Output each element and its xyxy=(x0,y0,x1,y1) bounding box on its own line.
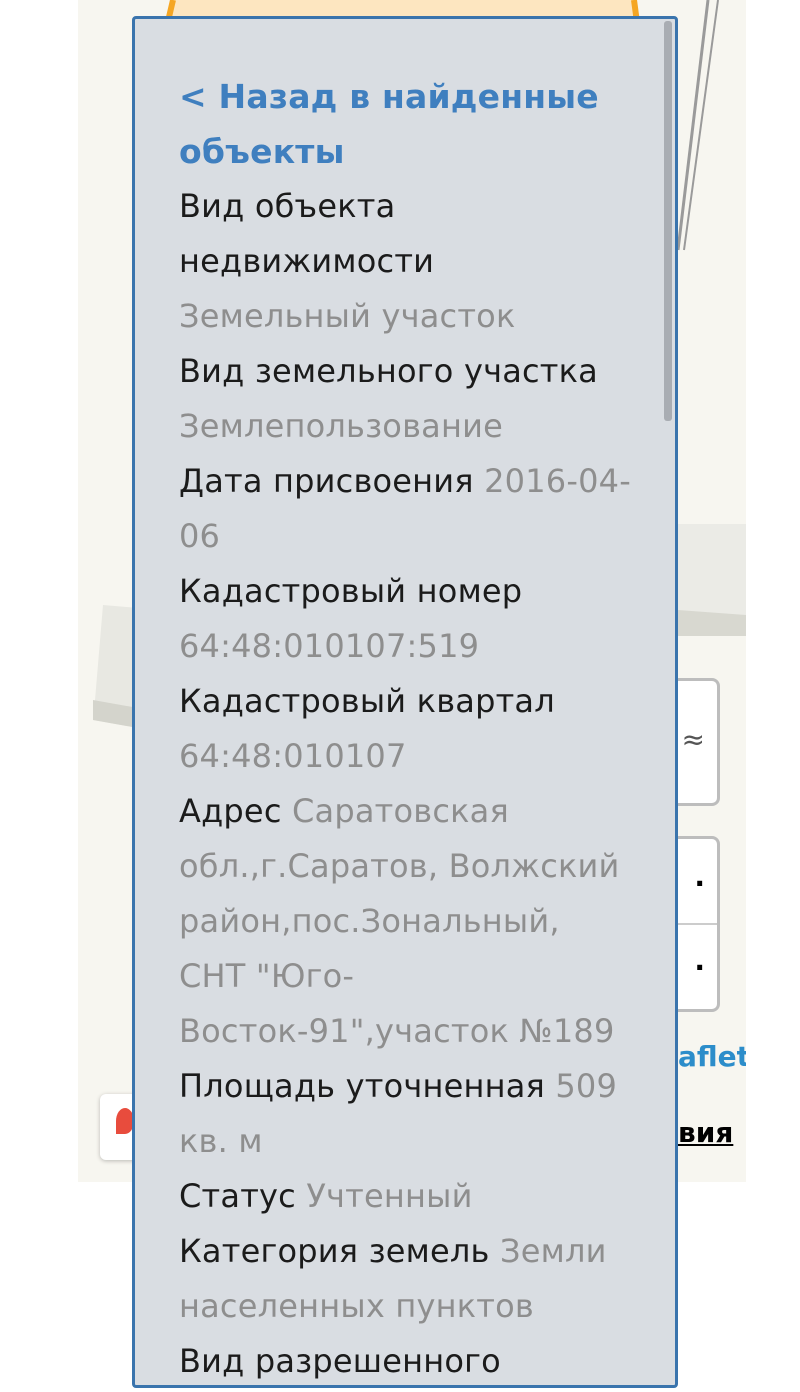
property-row: Кадастровый номер 64:48:010107:519 xyxy=(179,564,635,674)
property-row: Кадастровый квартал 64:48:010107 xyxy=(179,674,635,784)
leaflet-attribution[interactable]: aflet xyxy=(678,1040,746,1073)
property-label: Площадь уточненная xyxy=(179,1067,545,1105)
property-row: Адрес Саратовская обл.,г.Саратов, Волжск… xyxy=(179,784,635,1059)
property-label: Категория земель xyxy=(179,1232,490,1270)
property-value: Землепользование xyxy=(179,407,503,445)
zoom-in-button[interactable]: · xyxy=(694,867,705,900)
property-row: Вид земельного участка Землепользование xyxy=(179,344,635,454)
property-row: Вид объекта недвижимости Земельный участо… xyxy=(179,179,635,344)
property-value: Земельный участок xyxy=(179,297,516,335)
back-to-results-link[interactable]: < Назад в найденные объекты xyxy=(179,69,635,179)
property-row: Дата присвоения 2016-04-06 xyxy=(179,454,635,564)
panel-content: < Назад в найденные объекты Вид объекта … xyxy=(135,19,675,1385)
property-value: 64:48:010107 xyxy=(179,737,407,775)
object-info-panel[interactable]: < Назад в найденные объекты Вид объекта … xyxy=(132,16,678,1388)
property-label: Адрес xyxy=(179,792,282,830)
property-label: Дата присвоения xyxy=(179,462,474,500)
panel-scrollbar[interactable] xyxy=(664,21,672,421)
property-label: Вид земельного участка xyxy=(179,352,598,390)
terms-link[interactable]: вия xyxy=(678,1116,733,1149)
property-list: Вид объекта недвижимости Земельный участо… xyxy=(179,179,635,1385)
property-value: 64:48:010107:519 xyxy=(179,627,480,665)
property-value: Учтенный xyxy=(306,1177,473,1215)
zoom-out-button[interactable]: · xyxy=(694,951,705,984)
property-label: Вид объекта недвижимости xyxy=(179,187,435,280)
property-row: Статус Учтенный xyxy=(179,1169,635,1224)
property-label: Кадастровый номер xyxy=(179,572,523,610)
property-value: Саратовская обл.,г.Саратов, Волжский рай… xyxy=(179,792,620,1050)
property-row: Площадь уточненная 509 кв. м xyxy=(179,1059,635,1169)
property-row: Категория земель Земли населенных пункто… xyxy=(179,1224,635,1334)
property-label: Кадастровый квартал xyxy=(179,682,555,720)
layers-icon: ≈ xyxy=(681,723,705,756)
property-row: Вид разрешенного xyxy=(179,1334,635,1385)
property-label: Статус xyxy=(179,1177,296,1215)
property-label: Вид разрешенного xyxy=(179,1342,501,1380)
